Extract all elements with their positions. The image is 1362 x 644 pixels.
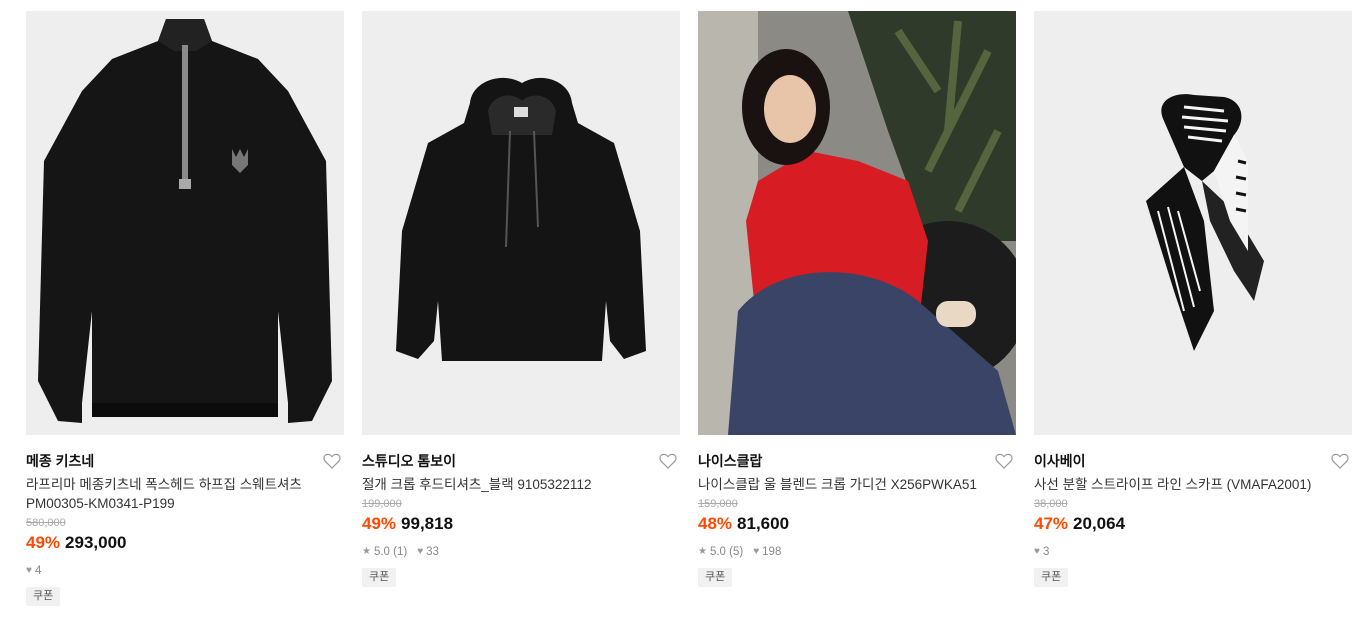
- brand-name[interactable]: 이사베이: [1034, 451, 1352, 471]
- product-name[interactable]: 나이스클랍 울 블렌드 크롭 가디건 X256PWKA51: [698, 475, 1016, 494]
- discount-rate: 49%: [26, 533, 61, 552]
- star-icon: ★: [698, 546, 707, 557]
- model-red-cardigan-photo: [698, 11, 1016, 435]
- coupon-badge: 쿠폰: [26, 587, 61, 606]
- cropped-hoodie-image: [396, 77, 646, 361]
- original-price: 199,000: [362, 498, 402, 510]
- heart-outline-icon: [995, 453, 1013, 469]
- coupon-badge: 쿠폰: [1034, 568, 1069, 587]
- heart-filled-icon: ♥: [1034, 546, 1040, 557]
- rating: 5.0 (5): [709, 546, 744, 558]
- product-image[interactable]: [698, 11, 1016, 435]
- heart-filled-icon: ♥: [753, 546, 760, 557]
- wishlist-button[interactable]: [994, 451, 1014, 471]
- rating: 5.0 (1): [373, 546, 408, 558]
- wishlist-button[interactable]: [658, 451, 678, 471]
- like-count: 4: [34, 565, 42, 577]
- brand-name[interactable]: 나이스클랍: [698, 451, 1016, 471]
- coupon-badge: 쿠폰: [698, 568, 733, 587]
- original-price: 38,000: [1034, 498, 1068, 510]
- like-count: 198: [762, 546, 782, 558]
- price-row: 47% 20,064: [1034, 513, 1352, 536]
- discount-rate: 48%: [698, 514, 733, 533]
- product-image[interactable]: [26, 11, 344, 435]
- star-icon: ★: [362, 546, 371, 557]
- sale-price: 293,000: [65, 533, 127, 552]
- heart-outline-icon: [1331, 453, 1349, 469]
- brand-name[interactable]: 메종 키츠네: [26, 451, 344, 471]
- discount-rate: 47%: [1034, 514, 1069, 533]
- review-meta: ♥ 4: [26, 564, 344, 578]
- wishlist-button[interactable]: [322, 451, 342, 471]
- product-name[interactable]: 라프리마 메종키츠네 폭스헤드 하프집 스웨트셔츠 PM00305-KM0341…: [26, 475, 344, 513]
- original-price: 580,000: [26, 517, 66, 529]
- product-image[interactable]: [1034, 11, 1352, 435]
- product-card[interactable]: 스튜디오 톰보이 절개 크롭 후드티셔츠_블랙 9105322112 199,0…: [362, 11, 680, 587]
- product-image[interactable]: [362, 11, 680, 435]
- product-grid: 메종 키츠네 라프리마 메종키츠네 폭스헤드 하프집 스웨트셔츠 PM00305…: [0, 0, 1362, 644]
- price-row: 49% 99,818: [362, 513, 680, 536]
- review-meta: ★ 5.0 (1) ♥ 33: [362, 545, 680, 559]
- product-card[interactable]: 이사베이 사선 분할 스트라이프 라인 스카프 (VMAFA2001) 38,0…: [1034, 11, 1352, 587]
- sale-price: 81,600: [737, 514, 790, 533]
- review-meta: ♥ 3: [1034, 545, 1352, 559]
- brand-name[interactable]: 스튜디오 톰보이: [362, 451, 680, 471]
- coupon-badge: 쿠폰: [362, 568, 397, 587]
- wishlist-button[interactable]: [1330, 451, 1350, 471]
- striped-scarf-image: [1146, 94, 1264, 351]
- heart-outline-icon: [659, 453, 677, 469]
- heart-filled-icon: ♥: [26, 565, 32, 576]
- price-row: 48% 81,600: [698, 513, 1016, 536]
- product-card[interactable]: 메종 키츠네 라프리마 메종키츠네 폭스헤드 하프집 스웨트셔츠 PM00305…: [26, 11, 344, 606]
- like-count: 33: [426, 546, 439, 558]
- price-row: 49% 293,000: [26, 532, 344, 555]
- original-price: 159,000: [698, 498, 738, 510]
- half-zip-sweatshirt-image: [38, 19, 332, 423]
- product-card[interactable]: 나이스클랍 나이스클랍 울 블렌드 크롭 가디건 X256PWKA51 159,…: [698, 11, 1016, 587]
- product-name[interactable]: 절개 크롭 후드티셔츠_블랙 9105322112: [362, 475, 680, 494]
- review-meta: ★ 5.0 (5) ♥ 198: [698, 545, 1016, 559]
- product-name[interactable]: 사선 분할 스트라이프 라인 스카프 (VMAFA2001): [1034, 475, 1352, 494]
- like-count: 3: [1042, 546, 1050, 558]
- sale-price: 99,818: [401, 514, 454, 533]
- discount-rate: 49%: [362, 514, 397, 533]
- sale-price: 20,064: [1073, 514, 1126, 533]
- heart-filled-icon: ♥: [417, 546, 424, 557]
- heart-outline-icon: [323, 453, 341, 469]
